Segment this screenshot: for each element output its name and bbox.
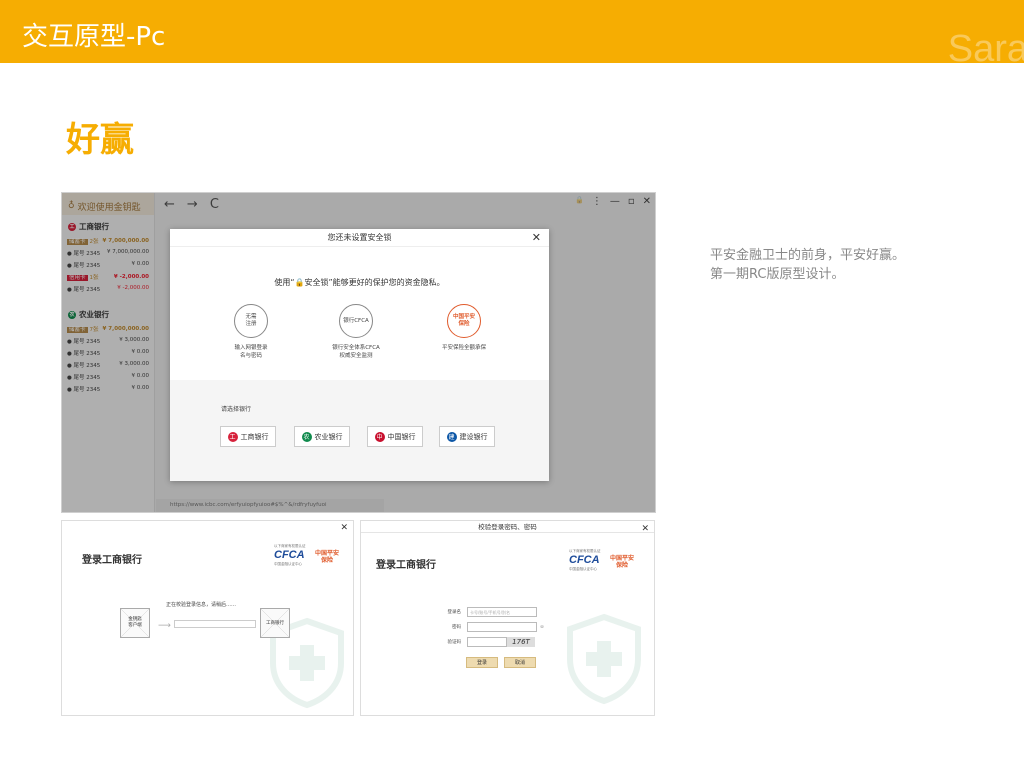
cfca-org: 中国金融认证中心 — [274, 562, 302, 566]
message-prefix: 使用“ — [274, 278, 295, 287]
dialog-close-icon[interactable]: ✕ — [532, 229, 541, 247]
abc-icon: 农 — [301, 431, 312, 442]
bank-button-label: 农业银行 — [314, 432, 343, 441]
pingan-logo: 中国平安 保险 — [315, 550, 340, 564]
banner-title: 交互原型-Pc — [22, 22, 166, 52]
cfca-org: 中国金融认证中心 — [569, 567, 597, 571]
captcha-label: 验证码 — [447, 640, 462, 645]
bank-button-label: 中国银行 — [387, 432, 416, 441]
bank-button-ccb[interactable]: 建 建设银行 — [439, 426, 495, 447]
password-label: 密码 — [452, 625, 461, 630]
verifying-status: 正在校验登录信息，请稍后…… — [166, 602, 237, 608]
cfca-logo: CFCA — [569, 554, 600, 566]
keyboard-icon[interactable]: ⊚ — [540, 625, 544, 630]
panel-header: 校验登录密码、密码 — [361, 521, 654, 533]
login-panel-verifying: ✕ 登录工商银行 以下商家有权限认证 CFCA 中国金融认证中心 中国平安 保险… — [61, 520, 354, 716]
feature-circle: 银行CFCA — [339, 304, 373, 338]
panel-title: 登录工商银行 — [376, 560, 436, 571]
login-panel-form: 校验登录密码、密码 ✕ 登录工商银行 以下商家有权限认证 CFCA 中国金融认证… — [360, 520, 655, 716]
cfca-logo: CFCA — [274, 549, 305, 561]
bank-select-label: 请选择银行 — [221, 406, 252, 413]
password-input[interactable] — [467, 622, 537, 632]
client-box-label: 金钥匙 客户端 — [128, 617, 142, 628]
security-lock-dialog: 您还未设置安全锁 ✕ 使用“🔒安全锁”能够更好的保护您的资金隐私。 无需 注册 … — [170, 229, 549, 481]
banner-watermark: Sara — [947, 28, 1024, 63]
username-label: 登录名 — [447, 610, 462, 615]
dialog-message: 使用“🔒安全锁”能够更好的保护您的资金隐私。 — [170, 277, 549, 288]
captcha-row: 验证码 176T — [445, 637, 535, 647]
close-icon[interactable]: ✕ — [340, 523, 348, 533]
message-lock: 安全锁 — [304, 278, 329, 287]
browser-mockup: ♁ 欢迎使用金钥匙 工 工商银行 储蓄卡 2张 ¥ 7,000,000.00 ● … — [61, 192, 656, 513]
feature-caption: 银行安全体系CFCA 权威安全监测 — [332, 345, 380, 359]
ccb-icon: 建 — [446, 431, 457, 442]
panel-title: 登录工商银行 — [82, 555, 142, 566]
description-line-2: 第一期RC版原型设计。 — [710, 267, 845, 282]
captcha-image[interactable]: 176T — [507, 637, 535, 647]
bank-button-label: 工商银行 — [240, 432, 269, 441]
dialog-title-bar: 您还未设置安全锁 ✕ — [170, 229, 549, 247]
feature-pingan: 中国平安 保险 平安保险全额承保 — [424, 304, 504, 352]
username-input[interactable]: 卡号/账号/手机号/别名 — [467, 607, 537, 617]
feature-no-register: 无需 注册 输入网银登录 名与密码 — [211, 304, 291, 360]
captcha-input[interactable] — [467, 637, 507, 647]
page-heading: 好赢 — [66, 120, 134, 160]
password-row: 密码 ⊚ — [445, 622, 544, 632]
bank-button-label: 建设银行 — [459, 432, 488, 441]
pingan-logo: 中国平安 保险 — [610, 555, 635, 569]
description: 平安金融卫士的前身，平安好赢。 第一期RC版原型设计。 — [710, 246, 990, 284]
login-button[interactable]: 登录 — [466, 657, 498, 668]
top-banner: 交互原型-Pc Sara — [0, 0, 1024, 63]
close-icon[interactable]: ✕ — [641, 524, 649, 534]
cancel-button[interactable]: 取消 — [504, 657, 536, 668]
feature-circle: 中国平安 保险 — [447, 304, 481, 338]
feature-caption: 平安保险全额承保 — [441, 345, 486, 351]
lock-icon: 🔒 — [294, 278, 305, 287]
icbc-icon: 工 — [227, 431, 238, 442]
bank-button-icbc[interactable]: 工 工商银行 — [220, 426, 276, 447]
description-line-1: 平安金融卫士的前身，平安好赢。 — [710, 248, 906, 263]
message-suffix: ”能够更好的保护您的资金隐私。 — [328, 278, 445, 287]
bank-select-area: 请选择银行 工 工商银行 农 农业银行 中 中国银行 建 建设银行 — [170, 380, 549, 481]
arrow-icon: ⟶ — [158, 621, 171, 631]
feature-cfca: 银行CFCA 银行安全体系CFCA 权威安全监测 — [316, 304, 396, 360]
bank-button-abc[interactable]: 农 农业银行 — [294, 426, 350, 447]
feature-caption: 输入网银登录 名与密码 — [234, 345, 268, 359]
dialog-title: 您还未设置安全锁 — [327, 233, 392, 242]
bank-button-boc[interactable]: 中 中国银行 — [367, 426, 423, 447]
shield-icon — [567, 613, 641, 705]
username-row: 登录名 卡号/账号/手机号/别名 — [445, 607, 537, 617]
bank-box-label: 工商银行 — [266, 621, 284, 626]
feature-circle: 无需 注册 — [234, 304, 268, 338]
boc-icon: 中 — [374, 431, 385, 442]
progress-track — [174, 620, 256, 628]
